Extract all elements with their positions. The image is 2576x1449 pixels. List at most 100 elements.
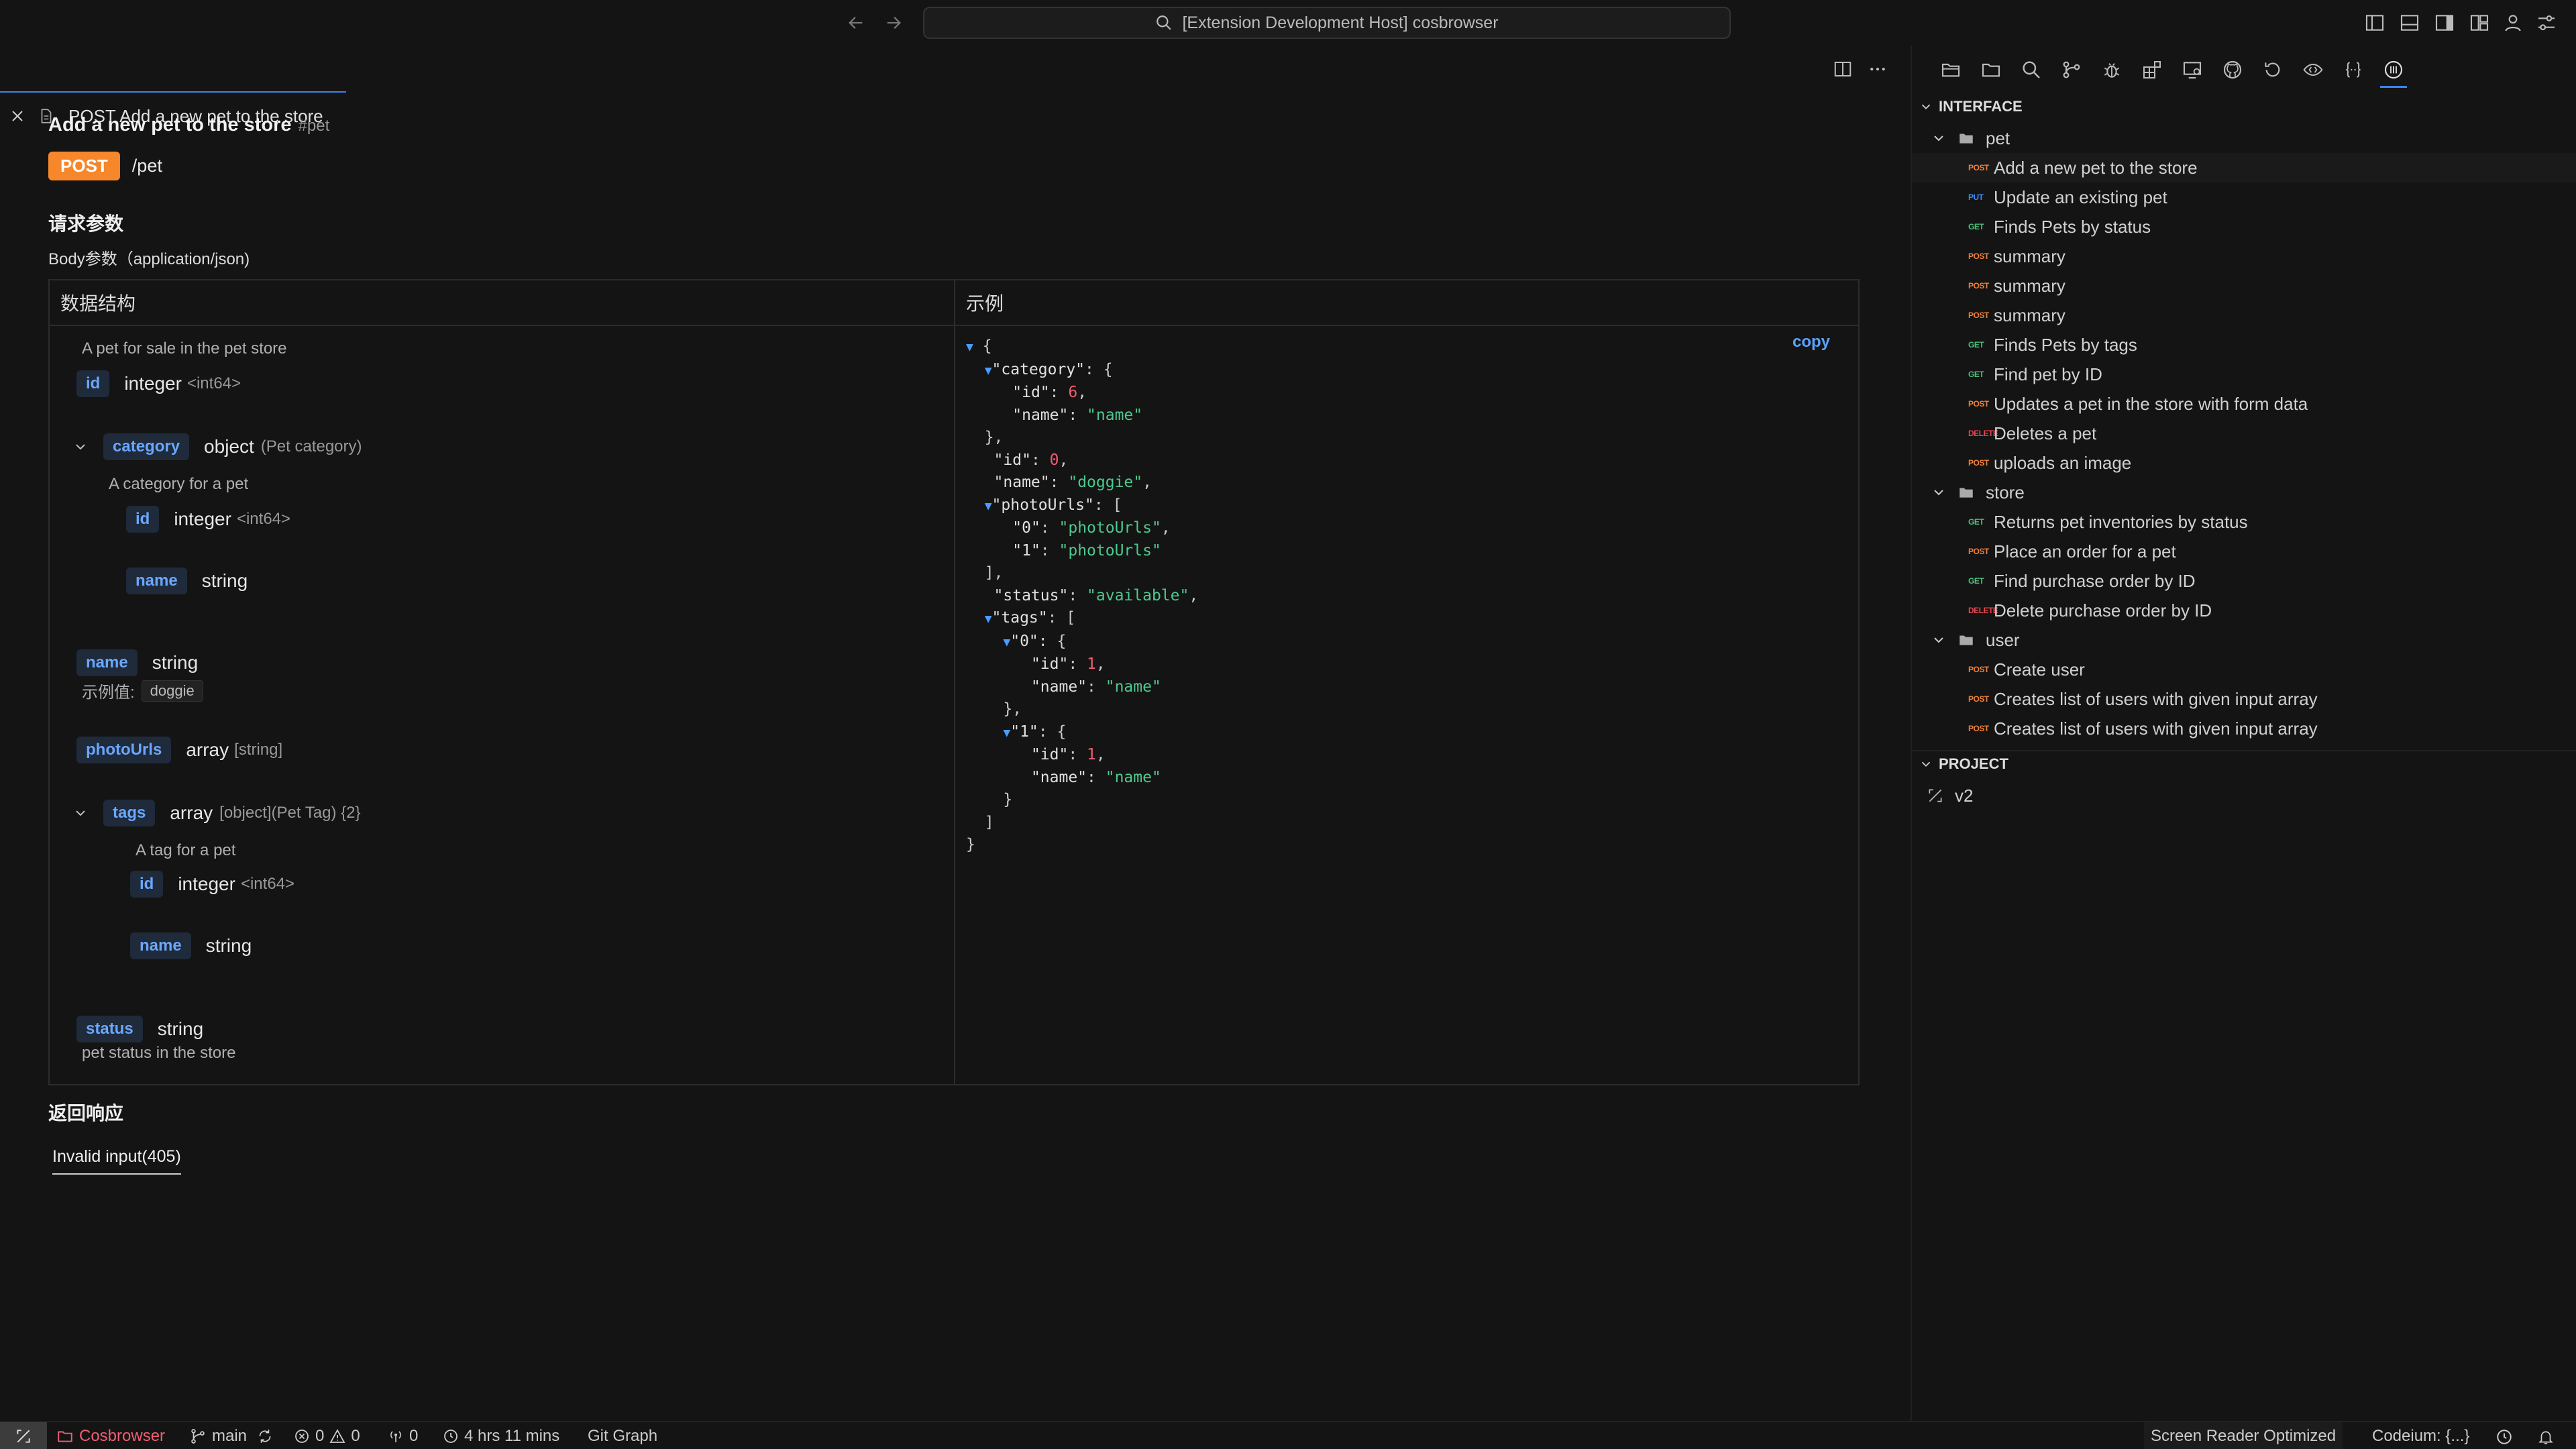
debug-icon[interactable] xyxy=(2101,59,2123,80)
project-section-header[interactable]: PROJECT xyxy=(1919,755,2008,773)
screen-reader-indicator[interactable]: Screen Reader Optimized xyxy=(2144,1422,2343,1449)
chevron-down-icon xyxy=(1919,99,1933,114)
editor-tab-bar: POST Add a new pet to the store xyxy=(0,46,1911,126)
git-graph-label: Git Graph xyxy=(588,1427,658,1445)
field-name: photoUrls xyxy=(76,737,172,763)
page-title: Add a new pet to the store xyxy=(48,114,292,136)
close-icon[interactable] xyxy=(9,108,25,124)
history-icon[interactable] xyxy=(2262,59,2284,80)
settings-sliders-icon[interactable] xyxy=(2536,12,2557,34)
tree-item-summary-3[interactable]: POST summary xyxy=(1968,301,2065,330)
toggle-panel-icon[interactable] xyxy=(2399,12,2420,34)
toggle-secondary-sidebar-icon[interactable] xyxy=(2434,12,2455,34)
field-category-id: id integer <int64> xyxy=(126,506,290,533)
copy-button[interactable]: copy xyxy=(1792,333,1830,352)
warning-count: 0 xyxy=(351,1427,360,1445)
time-tracker[interactable]: 4 hrs 11 mins xyxy=(443,1422,559,1449)
schema-description: A pet for sale in the pet store xyxy=(82,339,287,358)
tree-item-find-order[interactable]: GET Find purchase order by ID xyxy=(1968,566,2196,596)
tree-group-store[interactable]: store xyxy=(1931,478,2025,507)
method-tag: GET xyxy=(1968,517,1984,527)
tree-item-delete-order[interactable]: DELETE Delete purchase order by ID xyxy=(1968,596,2212,625)
field-tags[interactable]: tags array [object](Pet Tag) {2} xyxy=(72,800,361,826)
collapse-triangle-icon[interactable]: ▼ xyxy=(1003,635,1010,649)
bell-icon[interactable] xyxy=(2537,1428,2555,1446)
sync-icon[interactable] xyxy=(256,1428,274,1445)
collapse-triangle-icon[interactable]: ▼ xyxy=(985,364,992,378)
remote-explorer-icon[interactable] xyxy=(2182,59,2203,80)
interface-section-header[interactable]: INTERFACE xyxy=(1919,98,2023,115)
split-editor-icon[interactable] xyxy=(1833,59,1853,79)
source-control-icon[interactable] xyxy=(2061,59,2082,80)
branch-indicator[interactable]: main xyxy=(189,1422,274,1449)
field-type: integer xyxy=(174,508,231,529)
field-description: pet status in the store xyxy=(82,1044,236,1062)
collapse-triangle-icon[interactable]: ▼ xyxy=(966,340,973,354)
customize-layout-icon[interactable] xyxy=(2469,12,2490,34)
method-tag: POST xyxy=(1968,665,1989,674)
example-value: doggie xyxy=(141,680,203,702)
project-heading: PROJECT xyxy=(1939,755,2008,772)
tree-item-create-list-1[interactable]: POST Creates list of users with given inp… xyxy=(1968,684,2318,714)
field-name: name xyxy=(126,568,187,594)
codeium-indicator[interactable]: Codeium: {...} xyxy=(2372,1422,2469,1449)
tree-item-project-v2[interactable]: v2 xyxy=(1927,781,1973,810)
folder-open-icon[interactable] xyxy=(1940,59,1962,80)
api-explorer-icon[interactable] xyxy=(2383,59,2404,80)
tree-item-upload-image[interactable]: POST uploads an image xyxy=(1968,448,2131,478)
github-icon[interactable] xyxy=(2222,59,2243,80)
response-tab-405[interactable]: Invalid input(405) xyxy=(52,1147,181,1175)
folder-icon[interactable] xyxy=(1980,59,2002,80)
back-arrow-icon[interactable] xyxy=(847,13,865,32)
git-graph-button[interactable]: Git Graph xyxy=(588,1422,657,1449)
collapse-triangle-icon[interactable]: ▼ xyxy=(985,499,992,513)
project-indicator[interactable]: Cosbrowser xyxy=(56,1422,165,1449)
account-icon[interactable] xyxy=(2502,12,2524,34)
chevron-down-icon xyxy=(1919,757,1933,771)
tree-item-update-form[interactable]: POST Updates a pet in the store with form… xyxy=(1968,389,2308,419)
json-braces-icon[interactable] xyxy=(2343,59,2364,80)
tree-item-find-by-status[interactable]: GET Finds Pets by status xyxy=(1968,212,2151,241)
item-label: Find purchase order by ID xyxy=(1994,570,2196,591)
method-tag: DELETE xyxy=(1968,606,1998,615)
tree-item-find-by-id[interactable]: GET Find pet by ID xyxy=(1968,360,2102,389)
chevron-down-icon[interactable] xyxy=(72,805,89,821)
item-label: Create user xyxy=(1994,659,2085,680)
tree-item-summary-2[interactable]: POST summary xyxy=(1968,271,2065,301)
chevron-down-icon[interactable] xyxy=(72,439,89,455)
toggle-primary-sidebar-icon[interactable] xyxy=(2364,12,2385,34)
collapse-triangle-icon[interactable]: ▼ xyxy=(1003,726,1010,740)
tree-item-create-list-2[interactable]: POST Creates list of users with given inp… xyxy=(1968,714,2318,743)
remote-indicator[interactable] xyxy=(0,1422,47,1449)
problems-indicator[interactable]: 0 0 xyxy=(294,1422,360,1449)
clock-icon[interactable] xyxy=(2496,1428,2513,1446)
tree-item-place-order[interactable]: POST Place an order for a pet xyxy=(1968,537,2176,566)
collapse-triangle-icon[interactable]: ▼ xyxy=(985,612,992,626)
search-icon[interactable] xyxy=(2021,59,2042,80)
tree-item-create-user[interactable]: POST Create user xyxy=(1968,655,2085,684)
preview-icon[interactable] xyxy=(2302,59,2324,80)
ports-indicator[interactable]: 0 xyxy=(388,1422,418,1449)
extensions-icon[interactable] xyxy=(2141,59,2163,80)
command-center-search[interactable]: [Extension Development Host] cosbrowser xyxy=(923,7,1731,39)
field-example: 示例值: doggie xyxy=(82,679,203,702)
group-label: pet xyxy=(1986,127,2010,148)
field-name: status xyxy=(76,1016,143,1042)
tree-group-user[interactable]: user xyxy=(1931,625,2020,655)
tree-item-summary-1[interactable]: POST summary xyxy=(1968,241,2065,271)
item-label: Deletes a pet xyxy=(1994,423,2097,443)
tree-group-pet[interactable]: pet xyxy=(1931,123,2010,153)
method-tag: POST xyxy=(1968,311,1989,320)
field-name: tags xyxy=(103,800,156,826)
more-actions-icon[interactable] xyxy=(1868,59,1888,79)
field-category[interactable]: category object (Pet category) xyxy=(72,433,362,460)
tree-item-inventory[interactable]: GET Returns pet inventories by status xyxy=(1968,507,2248,537)
tree-item-find-by-tags[interactable]: GET Finds Pets by tags xyxy=(1968,330,2137,360)
tree-item-update-pet[interactable]: PUT Update an existing pet xyxy=(1968,182,2167,212)
tree-item-add-pet[interactable]: POST Add a new pet to the store xyxy=(1968,153,2198,182)
request-params-heading: 请求参数 xyxy=(48,213,124,234)
tree-item-delete-pet[interactable]: DELETE Deletes a pet xyxy=(1968,419,2096,448)
remote-link-icon xyxy=(1927,787,1944,804)
remote-icon xyxy=(15,1428,32,1445)
forward-arrow-icon[interactable] xyxy=(884,13,903,32)
